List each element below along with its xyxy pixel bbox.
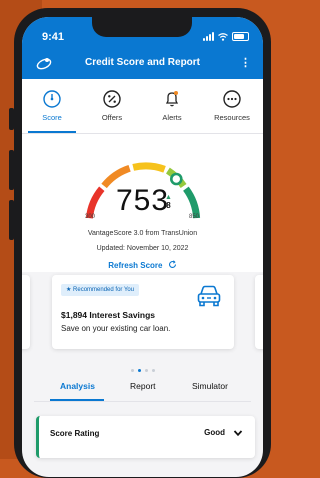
nav-bar: Credit Score and Report ⋮ <box>22 54 263 74</box>
car-icon <box>197 285 221 307</box>
more-menu-icon[interactable]: ⋮ <box>240 56 251 69</box>
score-change-value: 8 <box>166 201 172 210</box>
refresh-score-button[interactable]: Refresh Score <box>22 260 263 270</box>
tab-score[interactable]: Score <box>22 88 82 133</box>
phone-notch <box>92 17 192 37</box>
carousel-dot[interactable] <box>151 369 155 372</box>
tab-score-label: Score <box>42 113 62 122</box>
subtab-analysis[interactable]: Analysis <box>60 381 95 391</box>
offer-subtext: Save on your existing car loan. <box>61 324 171 333</box>
tab-offers[interactable]: Offers <box>82 88 142 122</box>
carousel-card-next[interactable] <box>255 275 263 349</box>
credit-score: 753 ▲ 8 <box>22 184 263 218</box>
top-tab-bar: Score Offers Alerts Resources <box>22 79 263 134</box>
score-rating-value: Good <box>204 428 225 437</box>
gauge-marker <box>170 172 183 186</box>
offer-card[interactable]: ★ Recommended for You $1,894 Interest Sa… <box>52 275 234 349</box>
signal-icon <box>203 32 214 41</box>
score-icon <box>43 90 61 108</box>
chevron-down-icon <box>233 430 243 437</box>
tab-resources-label: Resources <box>214 113 250 122</box>
tab-offers-label: Offers <box>101 113 123 122</box>
score-rating-label: Score Rating <box>50 429 100 438</box>
tab-resources[interactable]: Resources <box>202 88 262 122</box>
tab-alerts[interactable]: Alerts <box>142 88 202 122</box>
carousel-dot[interactable] <box>130 369 134 372</box>
score-change-badge: ▲ 8 <box>165 194 173 210</box>
offers-carousel[interactable]: ★ Recommended for You $1,894 Interest Sa… <box>22 273 263 372</box>
subtab-report[interactable]: Report <box>130 381 156 391</box>
recommended-badge: ★ Recommended for You <box>61 284 140 296</box>
status-time: 9:41 <box>42 31 65 43</box>
offer-headline: $1,894 Interest Savings <box>61 310 156 320</box>
phone-screen: 9:41 Credit Score and Report ⋮ Score Off… <box>22 17 263 477</box>
page-title: Credit Score and Report <box>84 57 201 68</box>
carousel-card-prev[interactable] <box>22 275 30 349</box>
score-provider: VantageScore 3.0 from TransUnion <box>87 230 198 237</box>
bell-icon <box>165 91 179 107</box>
score-range-max: 850 <box>189 214 200 220</box>
score-section: 753 ▲ 8 300 850 VantageScore 3.0 from Tr… <box>22 134 263 272</box>
subtab-simulator[interactable]: Simulator <box>192 381 228 391</box>
status-icons <box>203 32 249 41</box>
carousel-dot[interactable] <box>144 369 148 372</box>
refresh-icon <box>168 260 176 268</box>
score-rating-row[interactable]: Score Rating Good <box>36 416 255 458</box>
wifi-icon <box>218 32 228 41</box>
percent-icon <box>103 90 121 108</box>
refresh-score-label: Refresh Score <box>108 261 163 270</box>
report-subtabs: Analysis Report Simulator <box>22 377 263 402</box>
credit-score-value: 753 <box>115 184 170 217</box>
battery-icon <box>232 32 249 41</box>
subtab-divider <box>34 401 251 402</box>
score-range-min: 300 <box>85 214 96 220</box>
more-circle-icon <box>223 90 241 108</box>
carousel-pagination <box>22 359 263 377</box>
carousel-dot-active[interactable] <box>137 369 141 372</box>
tab-alerts-label: Alerts <box>162 113 182 122</box>
score-updated-date: Updated: November 10, 2022 <box>96 245 189 252</box>
